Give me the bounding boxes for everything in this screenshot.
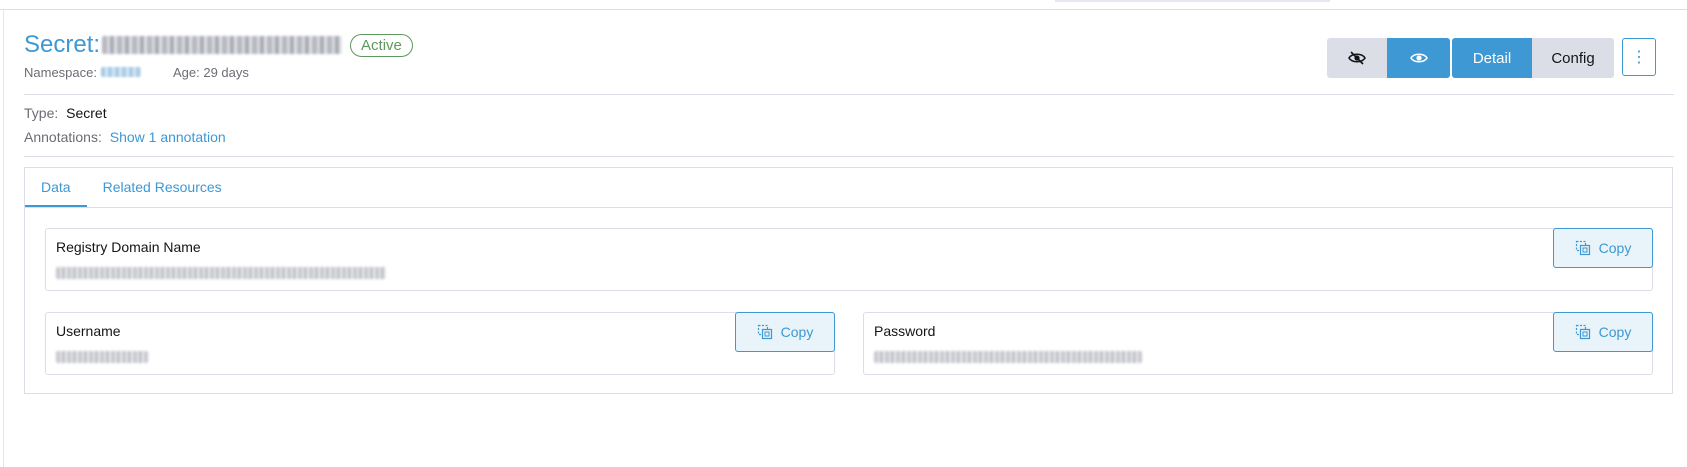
hide-values-button[interactable] — [1327, 38, 1387, 78]
secret-name-redacted — [102, 36, 343, 54]
annotations-label: Annotations: — [24, 129, 102, 145]
detail-button[interactable]: Detail — [1452, 38, 1532, 78]
username-value-redacted — [56, 351, 148, 363]
copy-password-button[interactable]: Copy — [1553, 312, 1653, 352]
eye-off-icon — [1348, 51, 1366, 65]
registry-domain-field: Registry Domain Name Copy — [45, 228, 1653, 291]
config-button[interactable]: Config — [1532, 38, 1614, 78]
tabbed-panel: Data Related Resources Registry Domain N… — [24, 167, 1673, 394]
copy-icon — [757, 324, 772, 340]
top-scroll-indicator — [1055, 0, 1330, 2]
eye-icon — [1409, 53, 1428, 63]
tab-related-resources[interactable]: Related Resources — [87, 168, 238, 207]
copy-label: Copy — [1598, 324, 1632, 340]
password-value-redacted — [874, 351, 1142, 363]
field-label: Password — [874, 323, 936, 339]
show-values-button[interactable] — [1387, 38, 1450, 78]
copy-label: Copy — [780, 324, 814, 340]
field-label: Registry Domain Name — [56, 239, 201, 255]
copy-icon — [1575, 324, 1590, 340]
tab-bar: Data Related Resources — [25, 168, 1672, 208]
more-actions-button[interactable]: ⋮ — [1622, 38, 1656, 76]
type-value: Secret — [66, 105, 107, 121]
divider — [24, 156, 1674, 157]
namespace-label: Namespace: — [24, 64, 97, 80]
show-annotations-link[interactable]: Show 1 annotation — [110, 129, 226, 145]
divider — [24, 94, 1674, 95]
copy-registry-button[interactable]: Copy — [1553, 228, 1653, 268]
left-border — [3, 10, 4, 467]
namespace-link-redacted[interactable] — [100, 67, 141, 77]
username-field: Username Copy — [45, 312, 835, 375]
annotations-row: Annotations: Show 1 annotation — [24, 129, 226, 145]
password-field: Password Copy — [863, 312, 1653, 375]
registry-domain-value-redacted — [56, 267, 386, 279]
copy-icon — [1575, 240, 1590, 256]
page-title: Secret: — [24, 31, 101, 58]
copy-label: Copy — [1598, 240, 1632, 256]
status-badge: Active — [350, 33, 413, 57]
tab-data[interactable]: Data — [25, 168, 87, 207]
top-border — [0, 9, 1687, 10]
copy-username-button[interactable]: Copy — [735, 312, 835, 352]
type-label: Type: — [24, 105, 59, 121]
field-label: Username — [56, 323, 121, 339]
type-row: Type: Secret — [24, 105, 107, 121]
age-text: Age: 29 days — [172, 64, 249, 80]
view-toolbar: Detail Config ⋮ — [1327, 38, 1656, 78]
